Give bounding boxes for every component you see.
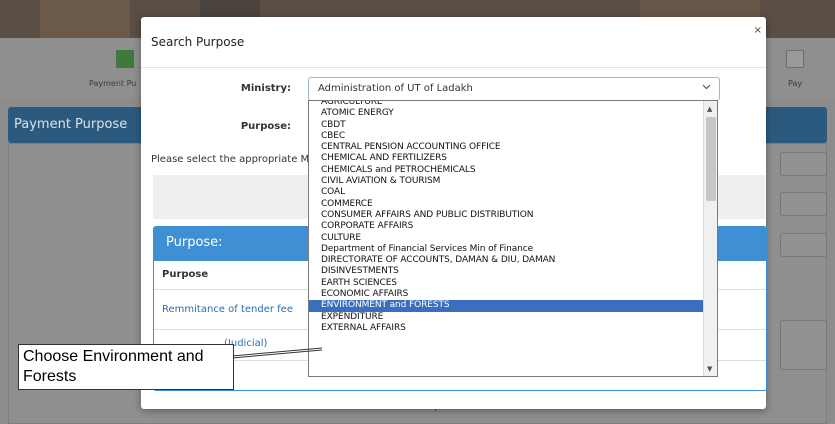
ministry-dropdown-list[interactable]: AGRICULTURE ATOMIC ENERGY CBDT CBEC CENTRAL … [308,100,718,377]
dropdown-option[interactable]: ATOMIC ENERGY [309,108,705,119]
dropdown-option[interactable]: CENTRAL PENSION ACCOUNTING OFFICE [309,142,705,153]
dropdown-scrollbar[interactable]: ▲ ▼ [703,101,717,376]
dropdown-option[interactable]: CBDT [309,120,705,131]
ministry-select-value: Administration of UT of Ladakh [318,83,473,94]
help-text: Please select the appropriate M [151,154,310,165]
background-input [780,233,827,257]
dropdown-option[interactable]: COAL [309,187,705,198]
dropdown-option[interactable]: EXTERNAL AFFAIRS [309,323,705,334]
dropdown-option[interactable]: CHEMICAL AND FERTILIZERS [309,153,705,164]
ministry-select[interactable]: Administration of UT of Ladakh [308,77,720,101]
dropdown-option[interactable]: CHEMICALS and PETROCHEMICALS [309,165,705,176]
dropdown-option[interactable]: EXPENDITURE [309,312,705,323]
dropdown-options: AGRICULTURE ATOMIC ENERGY CBDT CBEC CENTRAL … [309,101,705,334]
scroll-up-icon[interactable]: ▲ [707,105,712,113]
step-1-indicator [116,50,134,68]
background-select [780,152,827,176]
step-last-indicator [786,50,804,68]
purpose-label: Purpose: [240,121,291,132]
section-title: Payment Purpose [14,117,128,132]
scroll-down-icon[interactable]: ▼ [707,365,712,373]
dropdown-option[interactable]: COMMERCE [309,199,705,210]
dropdown-option[interactable]: ECONOMIC AFFAIRS [309,289,705,300]
dropdown-option[interactable]: CONSUMER AFFAIRS AND PUBLIC DISTRIBUTION [309,210,705,221]
modal-divider [141,67,766,68]
annotation-callout: Choose Environment and Forests [18,344,234,390]
purpose-column-header: Purpose [162,269,209,280]
scrollbar-thumb[interactable] [706,117,716,201]
dropdown-option[interactable]: EARTH SCIENCES [309,278,705,289]
dropdown-option[interactable]: CULTURE [309,233,705,244]
background-search-button [780,192,827,216]
dropdown-option[interactable]: AGRICULTURE [309,101,705,108]
dropdown-option[interactable]: DISINVESTMENTS [309,266,705,277]
dropdown-option[interactable]: CBEC [309,131,705,142]
modal-title: Search Purpose [151,35,245,49]
purpose-panel-title: Purpose: [166,235,223,250]
dropdown-option[interactable]: CORPORATE AFFAIRS [309,221,705,232]
step-1-label: Payment Pu [89,79,137,88]
close-icon[interactable]: × [754,25,762,36]
purpose-row-link[interactable]: Remmitance of tender fee [162,304,293,315]
dropdown-option[interactable]: Department of Financial Services Min of … [309,244,705,255]
ministry-label: Ministry: [240,83,291,94]
background-captcha-box [780,320,827,370]
dropdown-option[interactable]: ENVIRONMENT and FORESTS [309,300,705,312]
dropdown-option[interactable]: CIVIL AVIATION & TOURISM [309,176,705,187]
step-last-label: Pay [788,79,803,88]
chevron-down-icon [702,83,711,93]
dropdown-option[interactable]: DIRECTORATE OF ACCOUNTS, DAMAN & DIU, DA… [309,255,705,266]
